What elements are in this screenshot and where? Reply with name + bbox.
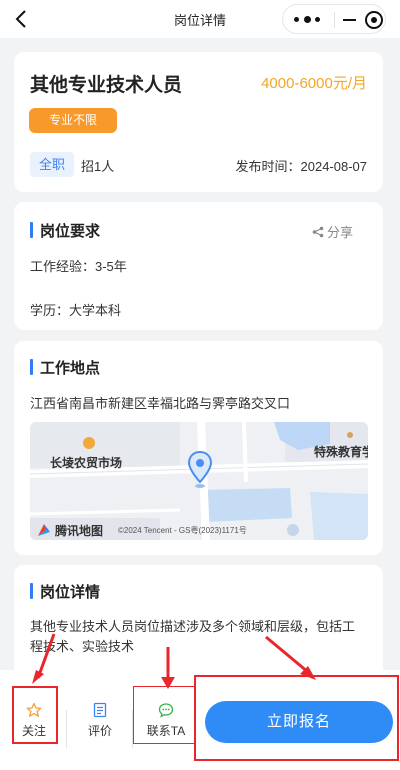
- review-button[interactable]: 评价: [80, 702, 120, 739]
- mini-program-capsule: [282, 4, 386, 34]
- location-pin-icon: [187, 450, 213, 488]
- annotation-arrow-apply: [265, 635, 316, 680]
- nav-bar: 岗位详情: [0, 0, 400, 38]
- more-icon[interactable]: [294, 16, 322, 24]
- tencent-map-logo-icon: [38, 524, 50, 536]
- share-button[interactable]: 分享: [312, 222, 353, 241]
- experience-requirement: 工作经验：3-5年: [30, 259, 127, 274]
- education-requirement: 学历：大学本科: [30, 303, 122, 318]
- minimize-icon[interactable]: [343, 19, 356, 21]
- details-card: 岗位详情 其他专业技术人员岗位描述涉及多个领域和层级，包括工程技术、实验技术: [14, 565, 383, 685]
- review-icon: [93, 702, 107, 718]
- location-card: 工作地点 江西省南昌市新建区幸福北路与霁亭路交叉口 长堎农贸市场 特殊教育学: [14, 341, 383, 555]
- job-type-tag: 全职: [30, 152, 74, 177]
- hire-count: 招1人: [81, 159, 115, 174]
- map-copyright: ©2024 Tencent - GS粤(2023)1171号: [118, 526, 247, 535]
- salary: 4000-6000元/月: [261, 75, 367, 92]
- annotation-arrow-follow: [32, 633, 56, 684]
- location-title: 工作地点: [30, 357, 100, 378]
- annotation-box-contact: [133, 686, 195, 744]
- work-address: 江西省南昌市新建区幸福北路与霁亭路交叉口: [30, 396, 291, 411]
- map-poi-market: 长堎农贸市场: [50, 456, 123, 470]
- details-title: 岗位详情: [30, 581, 100, 602]
- requirements-card: 岗位要求 分享 工作经验：3-5年 学历：大学本科: [14, 202, 383, 330]
- close-icon[interactable]: [365, 11, 383, 29]
- annotation-box-apply: [194, 675, 399, 761]
- map-logo-text: 腾讯地图: [55, 524, 104, 538]
- job-title: 其他专业技术人员: [30, 75, 183, 96]
- annotation-arrow-contact: [161, 647, 175, 689]
- share-icon: [312, 226, 324, 238]
- share-label: 分享: [326, 225, 353, 240]
- publish-time: 发布时间：2024-08-07: [235, 159, 368, 174]
- location-map[interactable]: 长堎农贸市场 特殊教育学 腾讯地图 ©2024 Tencent - GS粤(20…: [30, 422, 368, 540]
- map-poi-school: 特殊教育学: [314, 445, 368, 459]
- market-poi-icon: [83, 437, 95, 449]
- review-label: 评价: [87, 724, 112, 738]
- major-tag: 专业不限: [29, 108, 117, 133]
- annotation-box-follow: [12, 686, 58, 744]
- requirements-title: 岗位要求: [30, 220, 100, 241]
- job-summary-card: 其他专业技术人员 4000-6000元/月 专业不限 全职 招1人 发布时间：2…: [14, 52, 383, 192]
